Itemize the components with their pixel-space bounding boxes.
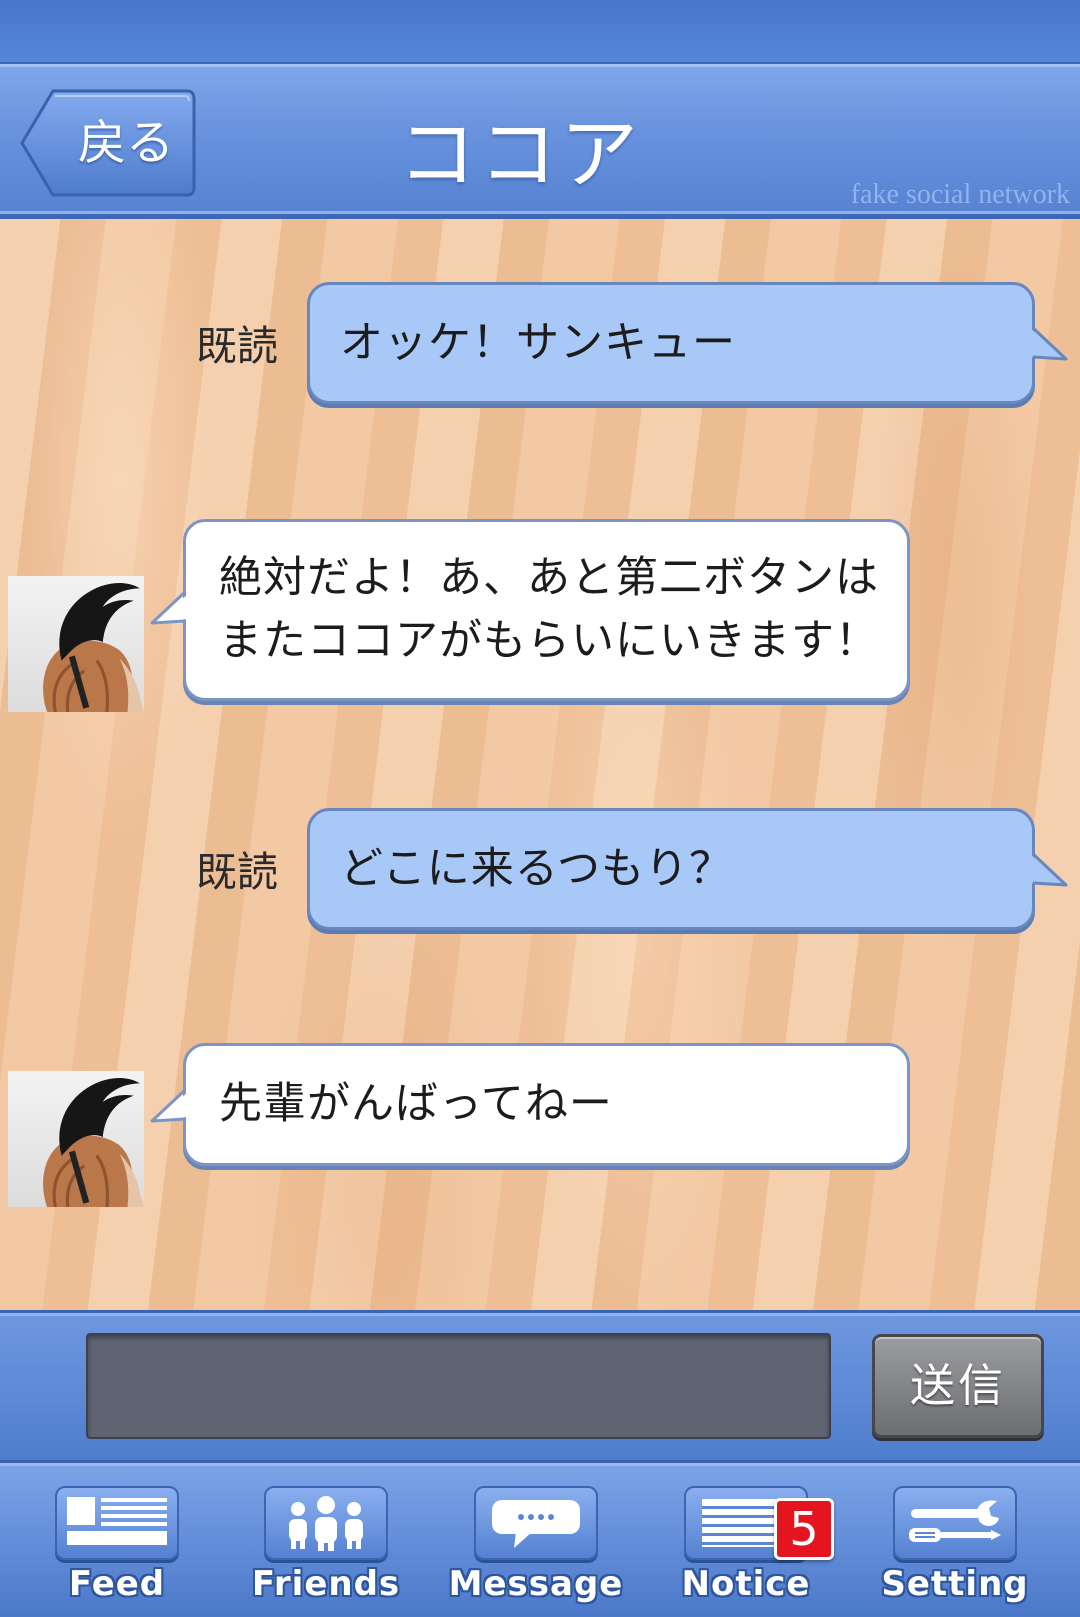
message-text-line: またココアがもらいにいきます！ (219, 616, 879, 666)
newspaper-icon (67, 1497, 167, 1545)
tab-icon-box (893, 1486, 1017, 1560)
message-text-line: 絶対だよ！あ、あと第二ボタンは (219, 553, 879, 603)
tab-label: Notice (681, 1564, 811, 1604)
message-text: 先輩がんばってねー (219, 1079, 613, 1129)
bubble-tail (1030, 852, 1068, 887)
sent-message-bubble[interactable]: オッケ！サンキュー (307, 282, 1035, 404)
read-receipt: 既読 (196, 322, 278, 370)
speech-bubble-icon (492, 1500, 580, 1548)
tab-icon-box (264, 1486, 388, 1560)
back-button-label: 戻る (77, 115, 174, 171)
received-message-bubble[interactable]: 先輩がんばってねー (183, 1043, 910, 1166)
bubble-tail-cover (158, 594, 188, 621)
tab-setting[interactable]: Setting (855, 1460, 1055, 1617)
tab-icon-box (474, 1486, 598, 1560)
tools-icon (909, 1500, 1001, 1542)
message-input[interactable] (86, 1333, 831, 1439)
tab-label: Friends (251, 1564, 401, 1604)
tab-label: Setting (881, 1564, 1029, 1604)
tab-icon-box (55, 1486, 179, 1560)
message-text: どこに来るつもり？ (340, 843, 733, 894)
people-icon (289, 1496, 363, 1551)
read-receipt: 既読 (196, 848, 278, 896)
tab-message[interactable]: Message (436, 1460, 636, 1617)
sent-message-bubble[interactable]: どこに来るつもり？ (307, 808, 1035, 930)
tab-friends[interactable]: Friends (226, 1460, 426, 1617)
back-button[interactable]: 戻る (19, 88, 197, 198)
watermark-text: fake social network (850, 179, 1070, 210)
status-bar (0, 0, 1080, 64)
bubble-tail (1030, 326, 1068, 361)
notification-badge: 5 (774, 1498, 834, 1560)
tab-notice[interactable]: 5 Notice (646, 1460, 846, 1617)
avatar[interactable] (8, 576, 144, 712)
page-title: ココア (398, 110, 642, 200)
send-button[interactable]: 送信 (872, 1334, 1044, 1438)
tab-label: Message (448, 1564, 624, 1604)
message-text: オッケ！サンキュー (340, 317, 736, 368)
bubble-tail-cover (158, 1092, 188, 1119)
tab-feed[interactable]: Feed (17, 1460, 217, 1617)
avatar[interactable] (8, 1071, 144, 1207)
received-message-bubble[interactable]: 絶対だよ！あ、あと第二ボタンは またココアがもらいにいきます！ (183, 519, 910, 701)
tab-label: Feed (68, 1564, 166, 1604)
